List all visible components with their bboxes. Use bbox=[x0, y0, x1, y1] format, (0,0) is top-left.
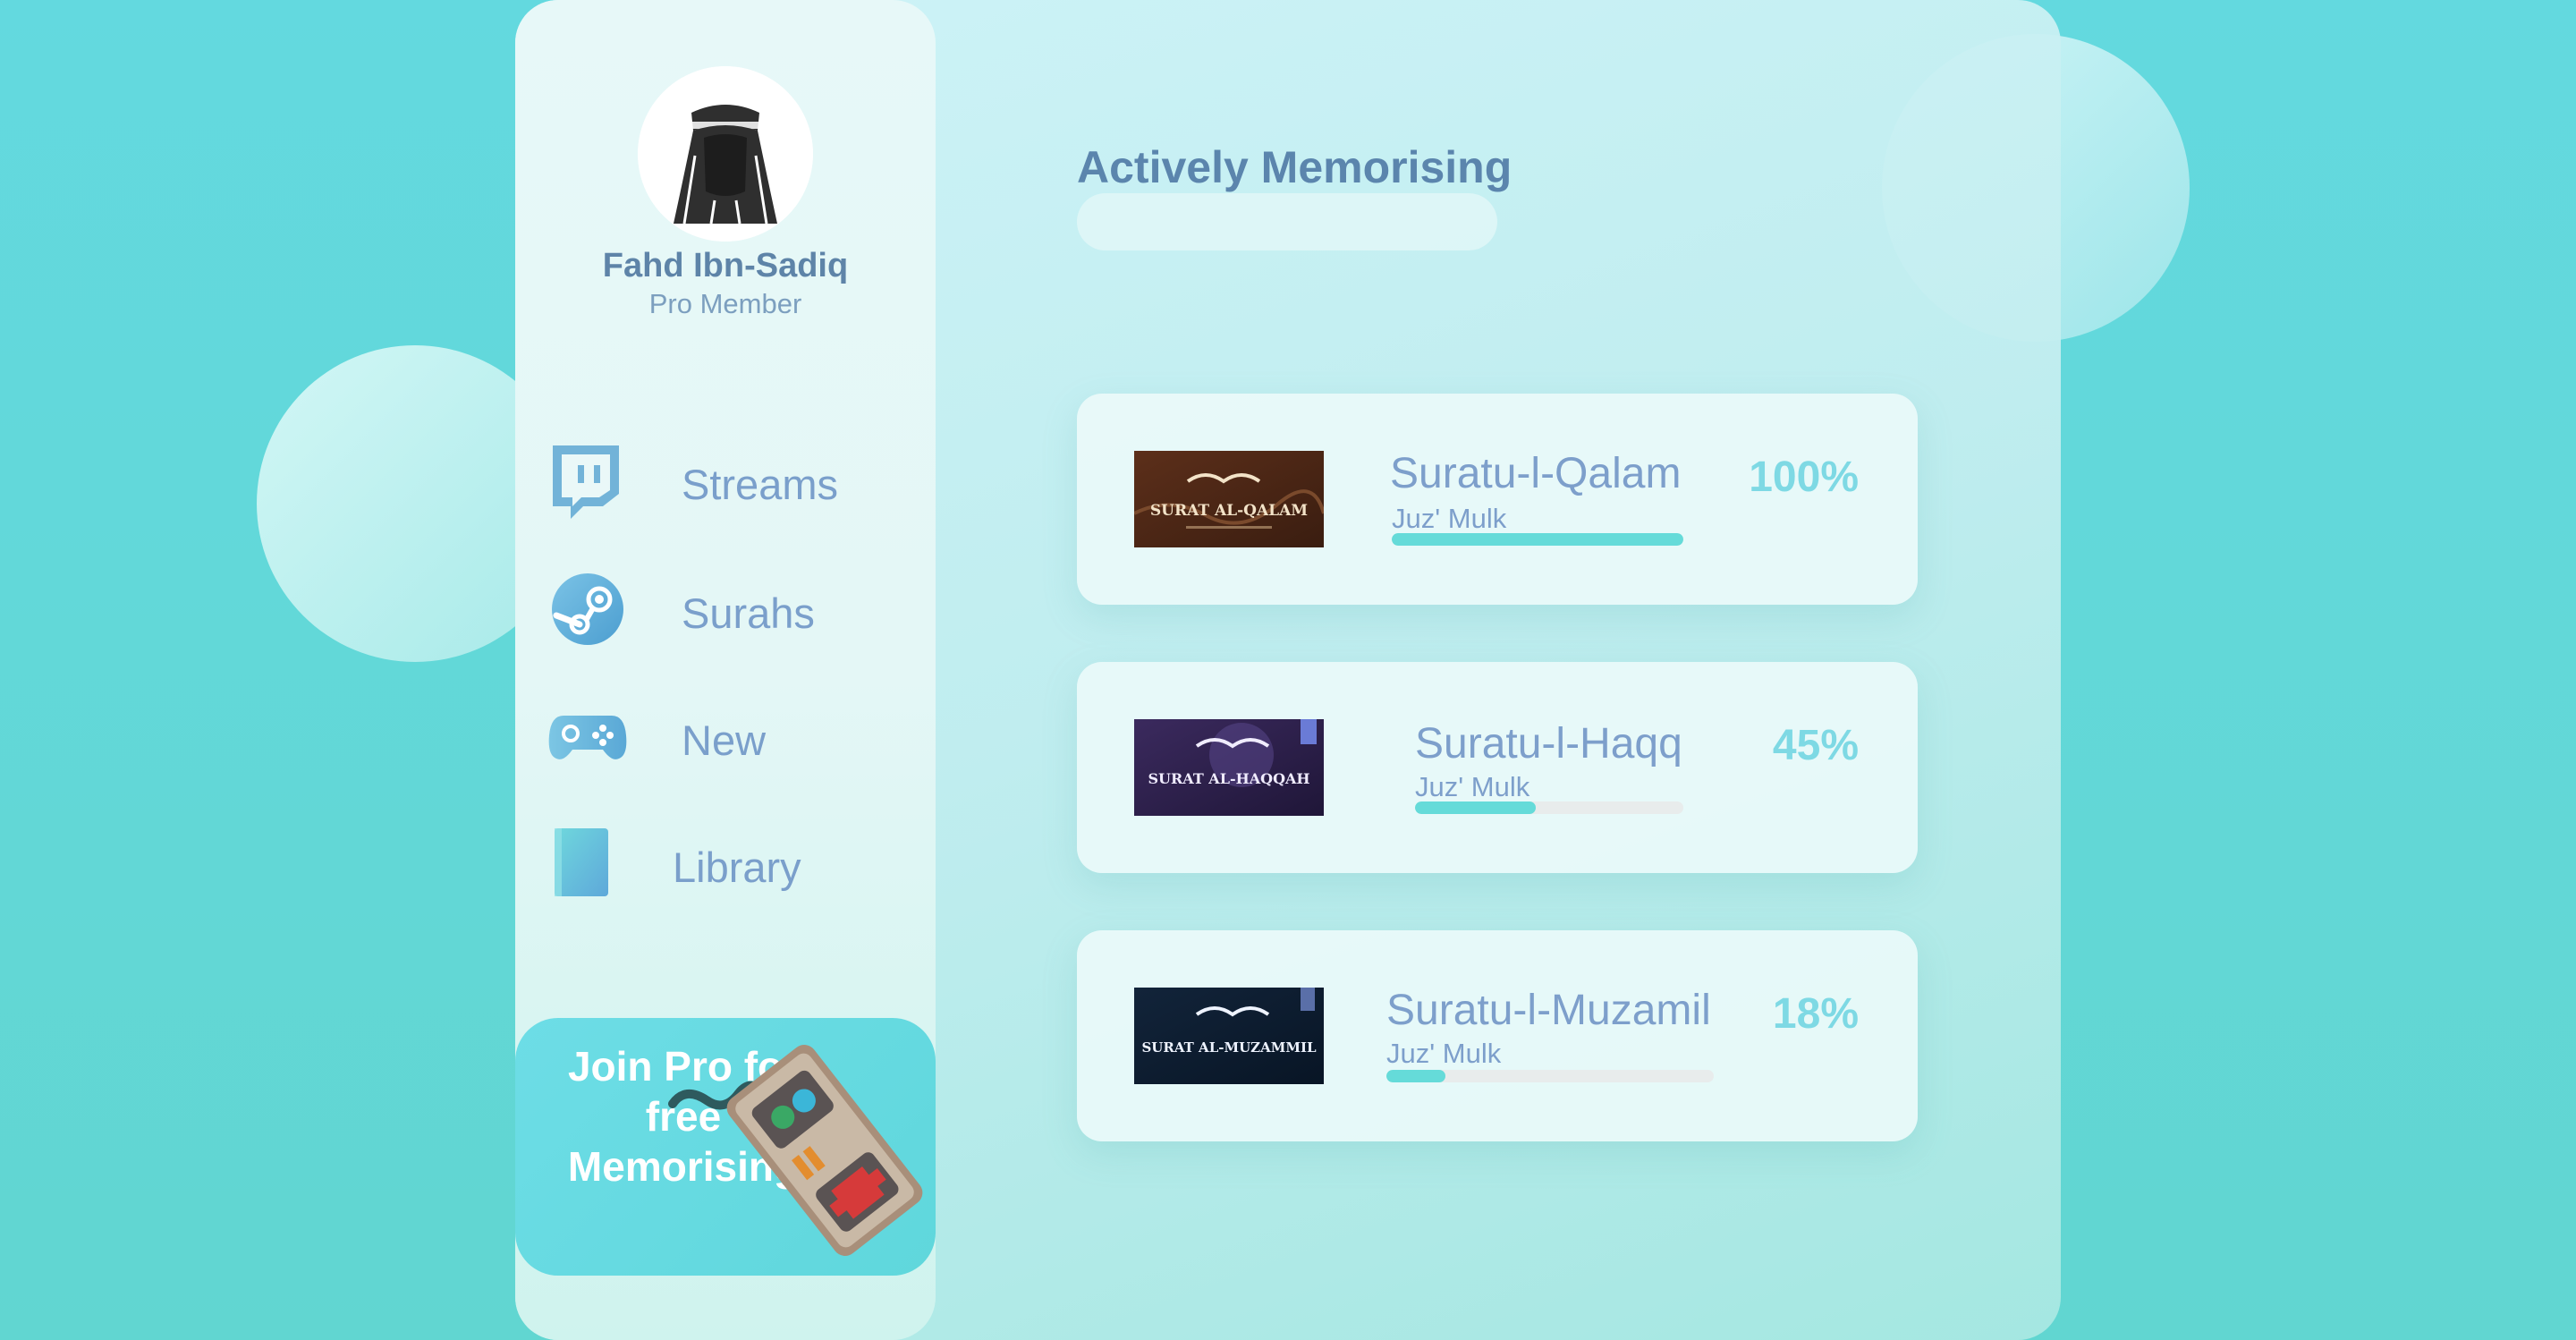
sidebar-item-label: Library bbox=[673, 844, 801, 891]
sidebar-item-new[interactable]: New bbox=[547, 696, 923, 782]
svg-text:SURAT AL-HAQQAH: SURAT AL-HAQQAH bbox=[1148, 770, 1309, 787]
sidebar-item-label: Surahs bbox=[682, 589, 815, 637]
sidebar-item-streams[interactable]: Streams bbox=[547, 440, 923, 526]
svg-text:SURAT AL-QALAM: SURAT AL-QALAM bbox=[1150, 502, 1308, 520]
sidebar-item-label: New bbox=[682, 717, 767, 764]
progress-bar bbox=[1386, 1070, 1714, 1082]
surah-name: Suratu-l-Qalam bbox=[1390, 450, 1682, 497]
svg-text:SURAT AL-MUZAMMIL: SURAT AL-MUZAMMIL bbox=[1141, 1039, 1316, 1056]
progress-percent: 18% bbox=[1772, 990, 1859, 1038]
book-icon bbox=[555, 828, 608, 896]
user-role: Pro Member bbox=[648, 288, 802, 319]
sidebar-item-surahs[interactable]: Surahs bbox=[547, 569, 923, 655]
surah-thumbnail: SURAT AL-MUZAMMIL bbox=[1134, 988, 1324, 1084]
progress-bar bbox=[1415, 801, 1683, 814]
progress-fill bbox=[1415, 801, 1536, 814]
steam-icon bbox=[552, 573, 623, 645]
user-silhouette-icon bbox=[638, 66, 813, 242]
surah-card[interactable]: SURAT AL-MUZAMMIL Suratu-l-Muzamil Juz' … bbox=[1077, 930, 1918, 1141]
surah-name: Suratu-l-Muzamil bbox=[1386, 987, 1711, 1034]
progress-fill bbox=[1386, 1070, 1445, 1082]
surah-juz: Juz' Mulk bbox=[1386, 1038, 1502, 1069]
twitch-icon bbox=[553, 445, 619, 519]
controller-icon bbox=[668, 1045, 923, 1256]
surah-thumbnail: SURAT AL-QALAM bbox=[1134, 451, 1324, 547]
surah-juz: Juz' Mulk bbox=[1392, 503, 1507, 534]
progress-fill bbox=[1392, 533, 1683, 546]
sidebar-item-library[interactable]: Library bbox=[547, 823, 923, 909]
surah-name: Suratu-l-Haqq bbox=[1415, 720, 1682, 768]
progress-percent: 100% bbox=[1749, 454, 1859, 501]
surah-juz: Juz' Mulk bbox=[1415, 771, 1530, 802]
progress-bar bbox=[1392, 533, 1683, 546]
search-input[interactable] bbox=[1077, 193, 1497, 250]
join-pro-banner[interactable]: Join Pro for free Memorising bbox=[515, 1018, 936, 1276]
progress-percent: 45% bbox=[1772, 722, 1859, 769]
surah-card[interactable]: SURAT AL-HAQQAH Suratu-l-Haqq Juz' Mulk … bbox=[1077, 662, 1918, 873]
user-name: Fahd Ibn-Sadiq bbox=[602, 247, 849, 284]
surah-thumbnail: SURAT AL-HAQQAH bbox=[1134, 719, 1324, 816]
gamepad-icon bbox=[548, 716, 627, 759]
avatar[interactable] bbox=[638, 66, 813, 242]
sidebar-item-label: Streams bbox=[682, 461, 838, 508]
page-title: Actively Memorising bbox=[1077, 142, 1513, 192]
surah-card[interactable]: SURAT AL-QALAM Suratu-l-Qalam Juz' Mulk … bbox=[1077, 394, 1918, 605]
